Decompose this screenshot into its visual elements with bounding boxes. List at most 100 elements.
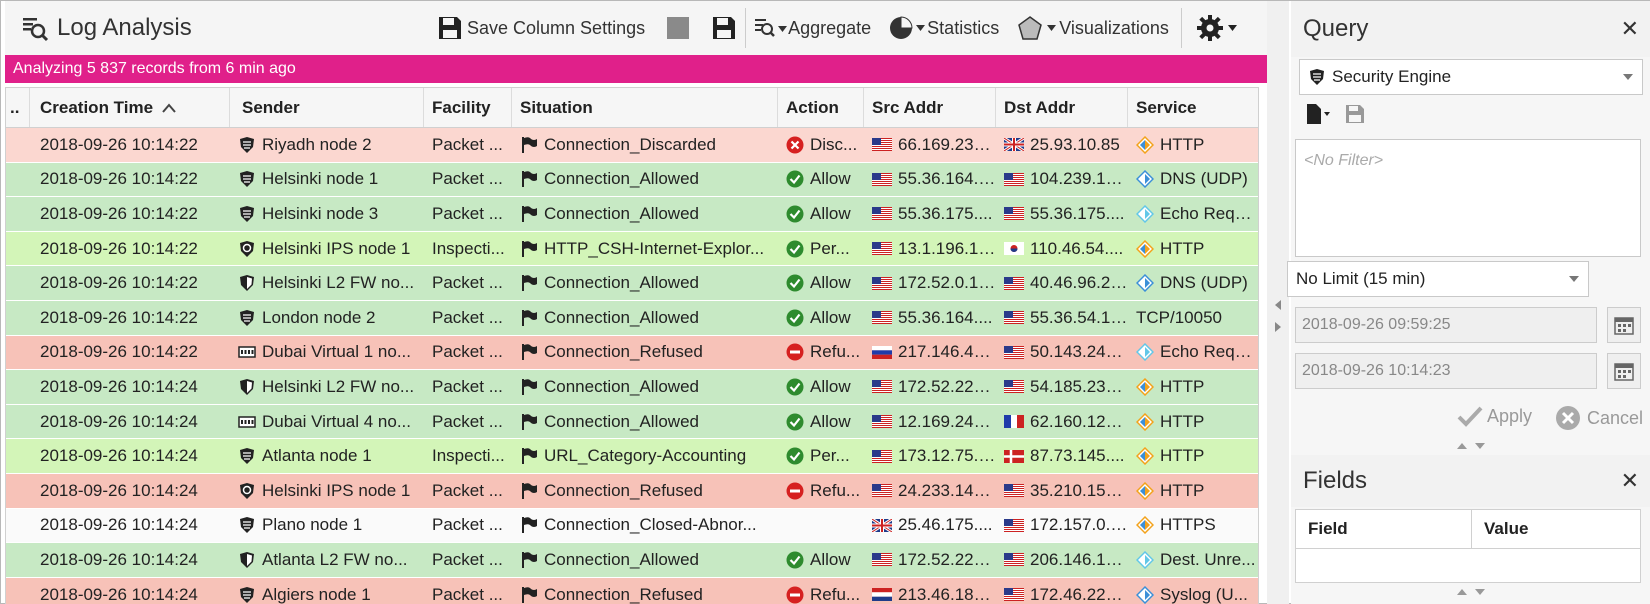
time-limit-select[interactable]: No Limit (15 min) [1287,261,1589,297]
sender-cell-text: Dubai Virtual 1 no... [262,342,411,362]
column-header-creation-time[interactable]: Creation Time [30,88,230,127]
creation-time-cell-text: 2018-09-26 10:14:24 [40,584,198,604]
calendar-icon [1614,363,1634,381]
apply-button[interactable]: Apply [1457,405,1532,427]
sender-cell-text: Helsinki IPS node 1 [262,238,411,258]
flag-us-icon [872,276,892,290]
action-cell-text: Allow [810,376,851,396]
action-cell-text: Allow [810,273,851,293]
stop-button[interactable] [667,8,690,48]
row-gutter [6,232,30,266]
save-button[interactable] [711,8,737,48]
l2fw-icon [240,551,254,568]
echo-icon [1136,550,1154,569]
column-header-situation[interactable]: Situation [512,88,778,127]
table-row[interactable]: 2018-09-26 10:14:22 Riyadh node 2 Packet .… [6,128,1258,163]
filter-editor[interactable]: <No Filter> [1295,139,1641,257]
check-circle-icon [786,447,804,465]
table-row[interactable]: 2018-09-26 10:14:24 Atlanta node 1 Inspect… [6,439,1258,474]
sender-cell: Atlanta L2 FW no... [230,543,424,577]
table-row[interactable]: 2018-09-26 10:14:22 Dubai Virtual 1 no...… [6,335,1258,371]
flag-icon [522,275,537,292]
end-calendar-button[interactable] [1607,353,1641,389]
situation-cell-text: Connection_Closed-Abnor... [544,515,757,535]
src-addr-cell: 217.146.47... [864,336,996,370]
column-header-sender[interactable]: Sender [230,88,424,127]
l2fw-icon [240,275,254,292]
creation-time-cell-text: 2018-09-26 10:14:24 [40,515,198,535]
save-filter-icon[interactable] [1345,104,1365,124]
start-calendar-button[interactable] [1607,307,1641,343]
http-icon [1136,239,1154,258]
situation-cell-text: Connection_Allowed [544,169,699,189]
dst-addr-cell-text: 172.46.226... [1030,584,1128,604]
column-label: Creation Time [40,97,154,117]
situation-cell: Connection_Allowed [512,163,778,197]
facility-cell-text: Packet ... [432,515,503,535]
src-addr-cell-text: 172.52.226... [898,549,996,569]
src-addr-cell-text: 173.12.75.14 [898,446,996,466]
checkmark-icon [1457,406,1483,427]
aggregate-button[interactable]: Aggregate [754,8,871,48]
sender-cell-text: Algiers node 1 [262,584,371,604]
value-column-header[interactable]: Value [1472,510,1528,548]
x-circle-icon [786,136,804,154]
table-row[interactable]: 2018-09-26 10:14:24 Plano node 1 Packet ..… [6,508,1258,544]
situation-cell: HTTP_CSH-Internet-Explor... [512,232,778,266]
table-row[interactable]: 2018-09-26 10:14:22 London node 2 Packet .… [6,300,1258,336]
statistics-button[interactable]: Statistics [889,8,999,48]
service-cell: HTTP [1128,370,1258,404]
action-cell-text: Allow [810,203,851,223]
new-filter-icon[interactable] [1305,103,1331,125]
close-icon[interactable]: ✕ [1621,16,1639,42]
column-header-src-addr[interactable]: Src Addr [864,88,996,127]
resize-handle-icon[interactable] [1451,587,1491,597]
save-column-settings-label: Save Column Settings [467,17,646,38]
src-addr-cell-text: 25.46.175.... [898,515,993,535]
table-row[interactable]: 2018-09-26 10:14:24 Algiers node 1 Packet … [6,577,1258,604]
settings-button[interactable] [1196,8,1240,48]
field-column-header[interactable]: Field [1296,510,1472,548]
visualizations-button[interactable]: Visualizations [1017,8,1169,48]
save-column-settings-button[interactable]: Save Column Settings [437,8,645,48]
column-header-dst-addr[interactable]: Dst Addr [996,88,1128,127]
dst-addr-cell: 110.46.54.... [996,232,1128,266]
flag-gb-icon [872,518,892,532]
creation-time-cell: 2018-09-26 10:14:24 [30,578,230,604]
table-row[interactable]: 2018-09-26 10:14:24 Atlanta L2 FW no... Pa… [6,543,1258,578]
check-circle-icon [786,551,804,569]
table-row[interactable]: 2018-09-26 10:14:22 Helsinki L2 FW no... P… [6,266,1258,301]
facility-cell: Packet ... [424,301,512,335]
action-cell: Refu... [778,578,864,604]
column-header-facility[interactable]: Facility [424,88,512,127]
start-time-input[interactable]: 2018-09-26 09:59:25 [1295,307,1597,343]
action-cell-text: Allow [810,411,851,431]
table-body: 2018-09-26 10:14:22 Riyadh node 2 Packet .… [6,128,1258,604]
log-table[interactable]: .. Creation Time Sender Facility Situati… [5,87,1259,604]
collapse-left-icon [1275,300,1281,310]
resize-handle-icon[interactable] [1451,441,1491,451]
src-addr-cell-text: 55.36.164.36 [898,169,996,189]
table-row[interactable]: 2018-09-26 10:14:22 Helsinki node 1 Packet… [6,162,1258,198]
end-time-input[interactable]: 2018-09-26 10:14:23 [1295,353,1597,389]
column-header-service[interactable]: Service [1128,88,1258,127]
table-row[interactable]: 2018-09-26 10:14:24 Helsinki IPS node 1 Pa… [6,473,1258,509]
src-addr-cell: 25.46.175.... [864,509,996,543]
facility-cell: Packet ... [424,578,512,604]
column-header-action[interactable]: Action [778,88,864,127]
table-row[interactable]: 2018-09-26 10:14:22 Helsinki IPS node 1 In… [6,231,1258,267]
table-row[interactable]: 2018-09-26 10:14:24 Helsinki L2 FW no... P… [6,370,1258,405]
panel-splitter[interactable] [1267,1,1289,604]
table-row[interactable]: 2018-09-26 10:14:22 Helsinki node 3 Packet… [6,197,1258,232]
dst-addr-cell-text: 172.157.0.85 [1030,515,1128,535]
table-row[interactable]: 2018-09-26 10:14:24 Dubai Virtual 4 no...… [6,404,1258,440]
facility-cell: Packet ... [424,163,512,197]
column-header-menu[interactable]: .. [6,88,30,127]
creation-time-cell-text: 2018-09-26 10:14:22 [40,238,198,258]
sender-cell-text: Riyadh node 2 [262,134,372,154]
dst-addr-cell-text: 87.73.145.... [1030,446,1125,466]
close-icon[interactable]: ✕ [1621,468,1639,494]
service-cell-text: Echo Requ... [1160,203,1258,223]
cancel-button[interactable]: Cancel [1555,405,1643,431]
engine-select[interactable]: Security Engine [1299,59,1643,95]
